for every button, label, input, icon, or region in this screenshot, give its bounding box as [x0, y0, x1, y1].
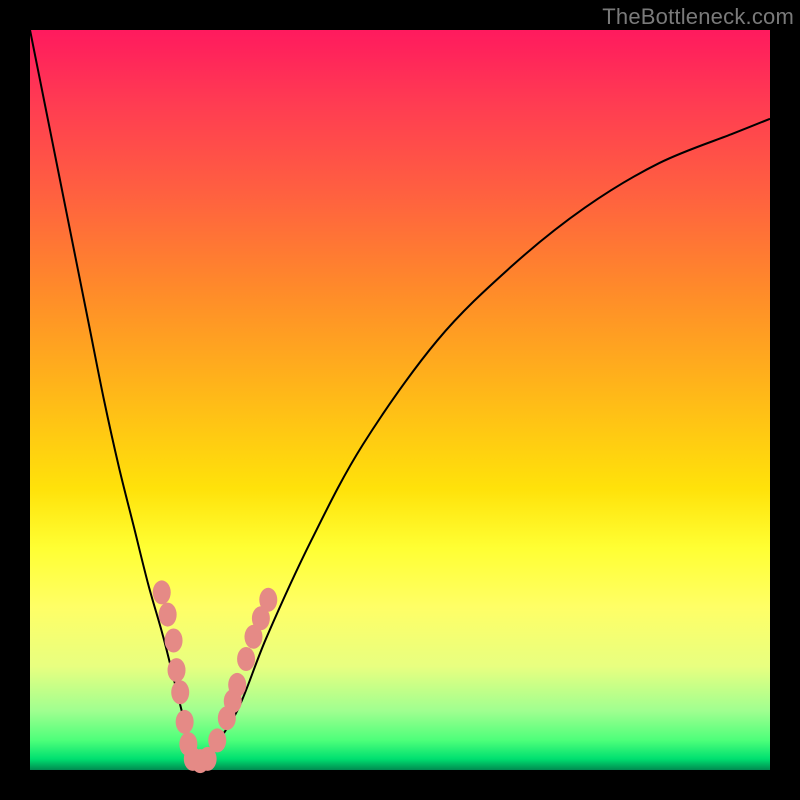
chart-svg	[30, 30, 770, 770]
curve-path	[30, 30, 770, 763]
marker-point	[228, 673, 246, 697]
watermark-text: TheBottleneck.com	[602, 4, 794, 30]
marker-point	[168, 658, 186, 682]
marker-point	[237, 647, 255, 671]
plot-area	[30, 30, 770, 770]
marker-point	[153, 580, 171, 604]
chart-frame: TheBottleneck.com	[0, 0, 800, 800]
marker-point	[176, 710, 194, 734]
marker-point	[165, 629, 183, 653]
marker-point	[208, 728, 226, 752]
marker-point	[159, 603, 177, 627]
marker-group	[153, 580, 278, 773]
marker-point	[171, 680, 189, 704]
marker-point	[259, 588, 277, 612]
